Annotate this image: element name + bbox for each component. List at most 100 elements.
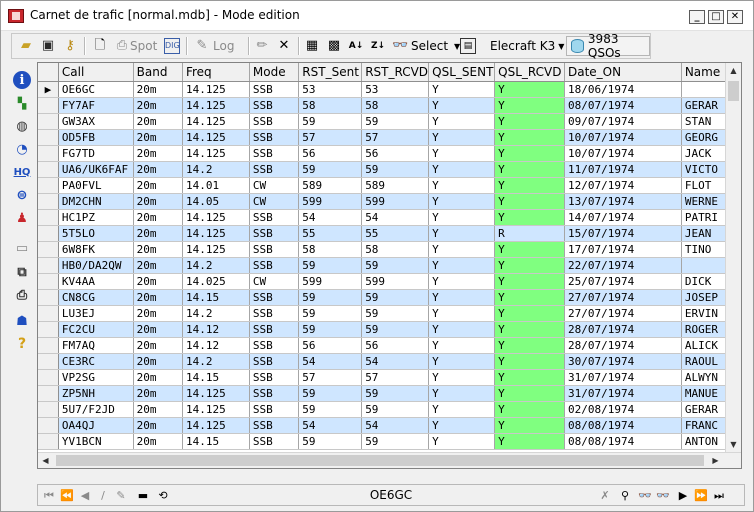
table-row[interactable]: UA6/UK6FAF 20m 14.2 SSB 59 59 Y Y 11/07/1974 VICT… <box>38 161 741 178</box>
cell-mode[interactable]: SSB <box>249 161 300 178</box>
cell-freq[interactable]: 14.025 <box>182 273 250 290</box>
cell-rst-sent[interactable]: 599 <box>298 273 363 290</box>
cell-date-on[interactable]: 11/07/1974 <box>564 161 682 178</box>
cell-date-on[interactable]: 08/08/1974 <box>564 417 682 434</box>
cell-qsl-rcvd[interactable]: Y <box>494 129 565 146</box>
scroll-down-icon[interactable]: ▼ <box>726 437 741 452</box>
cell-freq[interactable]: 14.125 <box>182 385 250 402</box>
cell-rst-rcvd[interactable]: 57 <box>361 129 430 146</box>
cell-band[interactable]: 20m <box>133 353 183 370</box>
rig-select-dropdown[interactable]: Elecraft K3 ▼ <box>490 36 564 56</box>
cell-band[interactable]: 20m <box>133 289 183 306</box>
row-indicator[interactable] <box>38 257 59 274</box>
cell-qsl-rcvd[interactable]: Y <box>494 97 565 114</box>
cell-rst-sent[interactable]: 589 <box>298 177 363 194</box>
cell-rst-sent[interactable]: 55 <box>298 225 363 242</box>
maximize-button[interactable]: □ <box>708 10 724 24</box>
cell-rst-rcvd[interactable]: 56 <box>361 337 430 354</box>
cell-mode[interactable]: SSB <box>249 209 300 226</box>
row-indicator[interactable] <box>38 97 59 114</box>
table-row[interactable]: GW3AX 20m 14.125 SSB 59 59 Y Y 09/07/1974 STAN <box>38 113 741 130</box>
cell-qsl-rcvd[interactable]: Y <box>494 209 565 226</box>
cell-qsl-rcvd[interactable]: Y <box>494 177 565 194</box>
cell-qsl-rcvd[interactable]: R <box>494 225 565 242</box>
cell-qsl-rcvd[interactable]: Y <box>494 161 565 178</box>
cell-mode[interactable]: SSB <box>249 81 300 98</box>
cell-qsl-sent[interactable]: Y <box>428 369 496 386</box>
horizontal-scrollbar[interactable]: ◀ ▶ <box>38 452 741 468</box>
table-row[interactable]: FC2CU 20m 14.12 SSB 59 59 Y Y 28/07/1974 ROGER <box>38 321 741 338</box>
cell-qsl-sent[interactable]: Y <box>428 145 496 162</box>
open-folder-button[interactable]: ▰ <box>18 36 34 56</box>
cell-call[interactable]: CN8CG <box>58 289 134 306</box>
cell-call[interactable]: OE6GC <box>58 81 134 98</box>
close-button[interactable]: ✕ <box>727 10 743 24</box>
cell-call[interactable]: OA4QJ <box>58 417 134 434</box>
cell-band[interactable]: 20m <box>133 305 183 322</box>
cell-rst-rcvd[interactable]: 58 <box>361 97 430 114</box>
table-row[interactable]: FY7AF 20m 14.125 SSB 58 58 Y Y 08/07/1974 GERAR <box>38 97 741 114</box>
cell-call[interactable]: FC2CU <box>58 321 134 338</box>
operator-icon[interactable]: ♟ <box>13 209 31 227</box>
cell-qsl-sent[interactable]: Y <box>428 401 496 418</box>
cell-rst-rcvd[interactable]: 59 <box>361 321 430 338</box>
info-icon[interactable]: i <box>13 71 31 89</box>
cell-qsl-sent[interactable]: Y <box>428 193 496 210</box>
cell-band[interactable]: 20m <box>133 417 183 434</box>
cell-band[interactable]: 20m <box>133 273 183 290</box>
cell-band[interactable]: 20m <box>133 401 183 418</box>
scroll-right-icon[interactable]: ▶ <box>708 453 723 468</box>
cell-mode[interactable]: SSB <box>249 97 300 114</box>
cell-rst-sent[interactable]: 58 <box>298 97 363 114</box>
table-row[interactable]: 5T5LO 20m 14.125 SSB 55 55 Y R 15/07/1974 JEAN <box>38 225 741 242</box>
cell-rst-sent[interactable]: 59 <box>298 385 363 402</box>
message-icon[interactable]: ▭ <box>13 239 31 257</box>
key-button[interactable]: ⚷ <box>62 36 78 56</box>
cell-rst-sent[interactable]: 59 <box>298 257 363 274</box>
map-icon[interactable]: ▚ <box>13 94 31 112</box>
cell-freq[interactable]: 14.125 <box>182 145 250 162</box>
cell-date-on[interactable]: 18/06/1974 <box>564 81 682 98</box>
table-row[interactable]: PA0FVL 20m 14.01 CW 589 589 Y Y 12/07/1974 FLOT <box>38 177 741 194</box>
cell-rst-rcvd[interactable]: 59 <box>361 289 430 306</box>
cell-band[interactable]: 20m <box>133 129 183 146</box>
table-row[interactable]: YV1BCN 20m 14.15 SSB 59 59 Y Y 08/08/1974 ANTON <box>38 433 741 450</box>
cell-qsl-sent[interactable]: Y <box>428 305 496 322</box>
nav-last-icon[interactable]: ⏭ <box>710 487 728 504</box>
cell-freq[interactable]: 14.125 <box>182 129 250 146</box>
cell-rst-rcvd[interactable]: 59 <box>361 385 430 402</box>
cell-date-on[interactable]: 09/07/1974 <box>564 113 682 130</box>
nav-binoculars-next-icon[interactable]: 👓 <box>654 487 672 504</box>
cell-freq[interactable]: 14.125 <box>182 209 250 226</box>
cell-rst-sent[interactable]: 59 <box>298 321 363 338</box>
cell-freq[interactable]: 14.12 <box>182 337 250 354</box>
cell-rst-sent[interactable]: 59 <box>298 289 363 306</box>
cell-rst-rcvd[interactable]: 54 <box>361 417 430 434</box>
cell-qsl-sent[interactable]: Y <box>428 417 496 434</box>
cell-qsl-rcvd[interactable]: Y <box>494 305 565 322</box>
cell-date-on[interactable]: 27/07/1974 <box>564 289 682 306</box>
cell-rst-sent[interactable]: 54 <box>298 209 363 226</box>
vertical-scrollbar[interactable]: ▲ ▼ <box>725 63 741 452</box>
print-icon[interactable]: ⎙ <box>13 286 31 304</box>
cell-date-on[interactable]: 10/07/1974 <box>564 129 682 146</box>
cell-rst-rcvd[interactable]: 54 <box>361 353 430 370</box>
cell-mode[interactable]: SSB <box>249 337 300 354</box>
cell-mode[interactable]: SSB <box>249 369 300 386</box>
scroll-left-icon[interactable]: ◀ <box>38 453 53 468</box>
cell-qsl-rcvd[interactable]: Y <box>494 273 565 290</box>
cell-qsl-rcvd[interactable]: Y <box>494 433 565 450</box>
cell-freq[interactable]: 14.15 <box>182 433 250 450</box>
row-indicator[interactable] <box>38 385 59 402</box>
nav-binoculars-icon[interactable]: 👓 <box>636 487 654 504</box>
row-indicator[interactable] <box>38 129 59 146</box>
cell-band[interactable]: 20m <box>133 257 183 274</box>
cell-call[interactable]: VP2SG <box>58 369 134 386</box>
cell-rst-rcvd[interactable]: 59 <box>361 257 430 274</box>
column-header-call[interactable]: Call <box>58 63 134 82</box>
table-row[interactable]: ▶ OE6GC 20m 14.125 SSB 53 53 Y Y 18/06/1974 <box>38 81 741 98</box>
select-dropdown[interactable]: 👓 Select ▼ <box>392 36 460 56</box>
copy-icon[interactable]: ⧉ <box>13 263 31 281</box>
cell-qsl-sent[interactable]: Y <box>428 385 496 402</box>
row-indicator[interactable] <box>38 113 59 130</box>
